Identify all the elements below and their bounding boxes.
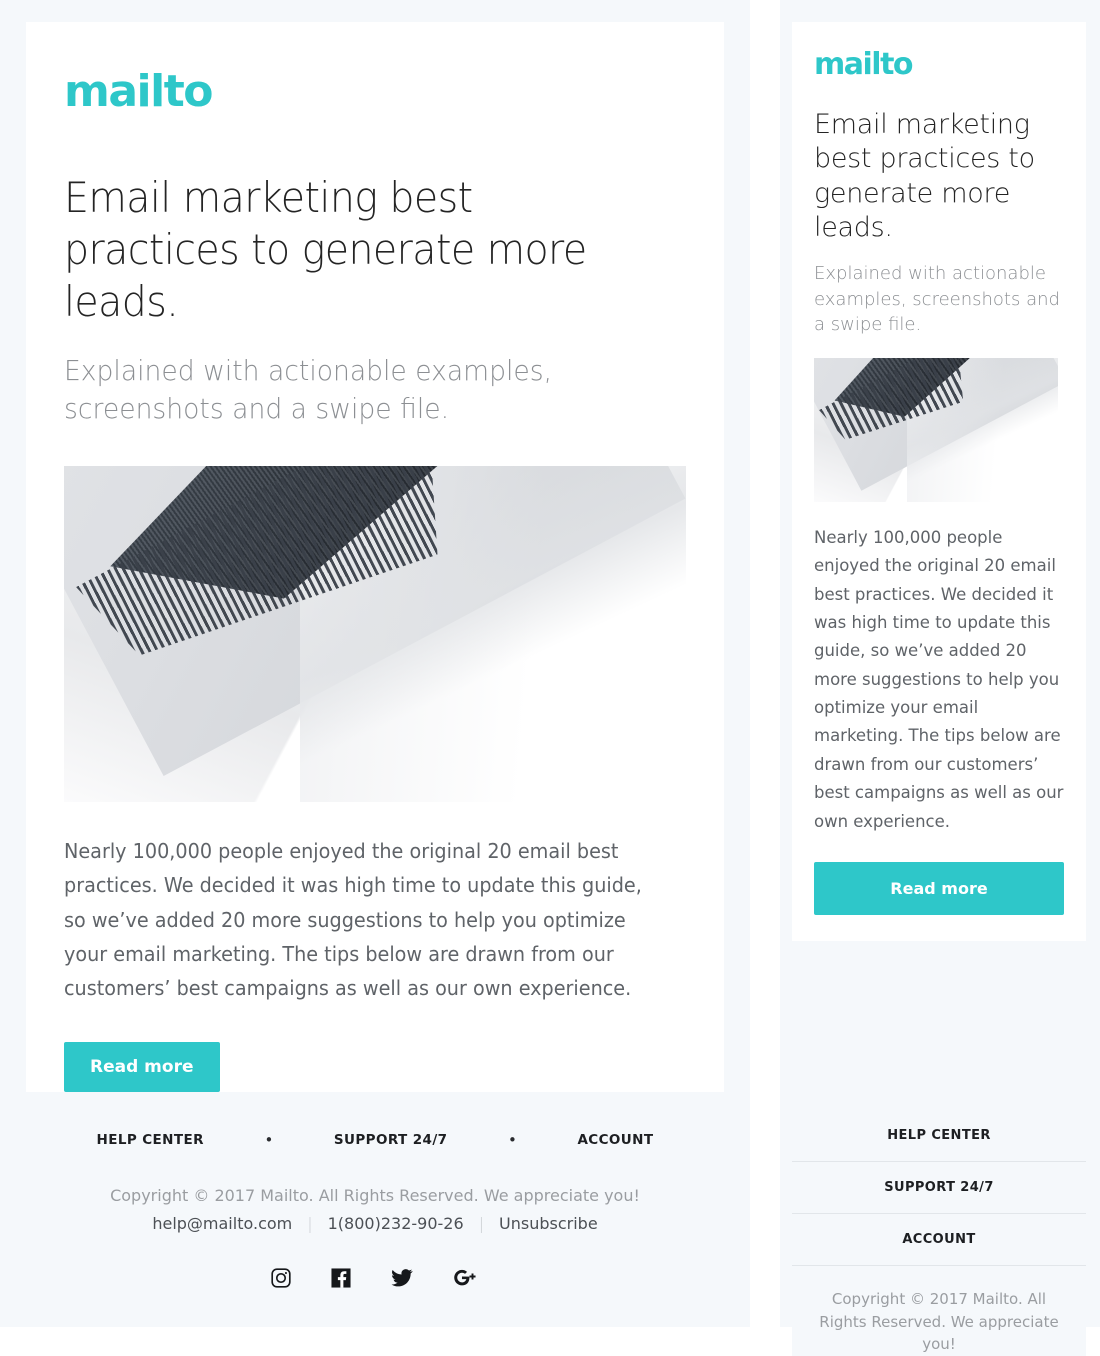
brand-logo[interactable]: mailto (64, 22, 686, 120)
footer-link-help-center[interactable]: HELP CENTER (97, 1132, 204, 1148)
google-plus-icon[interactable] (452, 1267, 480, 1289)
body-paragraph: Nearly 100,000 people enjoyed the origin… (64, 838, 642, 1001)
footer-link-account[interactable]: ACCOUNT (577, 1132, 653, 1148)
footer-contact-links: help@mailto.com | 1(800)232-90-26 | Unsu… (26, 1214, 724, 1233)
desktop-footer: HELP CENTER • SUPPORT 24/7 • ACCOUNT Cop… (26, 1092, 724, 1289)
read-more-button[interactable]: Read more (814, 861, 1064, 915)
pane-divider (750, 0, 780, 1327)
page-subtitle: Explained with actionable examples, scre… (64, 354, 553, 426)
body-paragraph: Nearly 100,000 people enjoyed the origin… (814, 527, 1064, 831)
page-subtitle: Explained with actionable examples, scre… (814, 263, 1060, 336)
page-title: Email marketing best practices to genera… (814, 109, 1035, 243)
mobile-preview-pane: mailto Email marketing best practices to… (780, 0, 1100, 1356)
footer-link-support[interactable]: SUPPORT 24/7 (792, 1162, 1086, 1214)
hero-image (814, 357, 1058, 502)
read-more-button[interactable]: Read more (64, 1041, 220, 1093)
desktop-preview-pane: mailto Email marketing best practices to… (0, 0, 750, 1327)
desktop-email-card: mailto Email marketing best practices to… (26, 22, 724, 1137)
copyright-text: Copyright © 2017 Mailto. All Rights Rese… (110, 1186, 640, 1205)
footer-link-help-center[interactable]: HELP CENTER (792, 1106, 1086, 1162)
hero-image (64, 465, 686, 802)
footer-link-account[interactable]: ACCOUNT (792, 1214, 1086, 1266)
page-title: Email marketing best practices to genera… (64, 173, 587, 327)
mobile-footer: HELP CENTER SUPPORT 24/7 ACCOUNT Copyrig… (792, 1104, 1086, 1356)
facebook-icon[interactable] (330, 1267, 352, 1289)
footer-unsubscribe-link[interactable]: Unsubscribe (484, 1214, 613, 1233)
twitter-icon[interactable] (390, 1267, 414, 1289)
footer-nav: HELP CENTER • SUPPORT 24/7 • ACCOUNT (26, 1132, 724, 1148)
footer-separator-dot: • (508, 1130, 517, 1149)
copyright-text: Copyright © 2017 Mailto. All Rights Rese… (819, 1290, 1059, 1353)
footer-separator-dot: • (264, 1130, 274, 1149)
social-links (26, 1267, 724, 1289)
instagram-icon[interactable] (270, 1267, 292, 1289)
footer-phone-link[interactable]: 1(800)232-90-26 (313, 1214, 479, 1233)
footer-link-support[interactable]: SUPPORT 24/7 (334, 1132, 448, 1148)
footer-email-link[interactable]: help@mailto.com (137, 1214, 307, 1233)
brand-logo[interactable]: mailto (814, 22, 1064, 80)
mobile-email-card: mailto Email marketing best practices to… (792, 22, 1086, 941)
email-template-preview: mailto Email marketing best practices to… (0, 0, 1100, 1356)
